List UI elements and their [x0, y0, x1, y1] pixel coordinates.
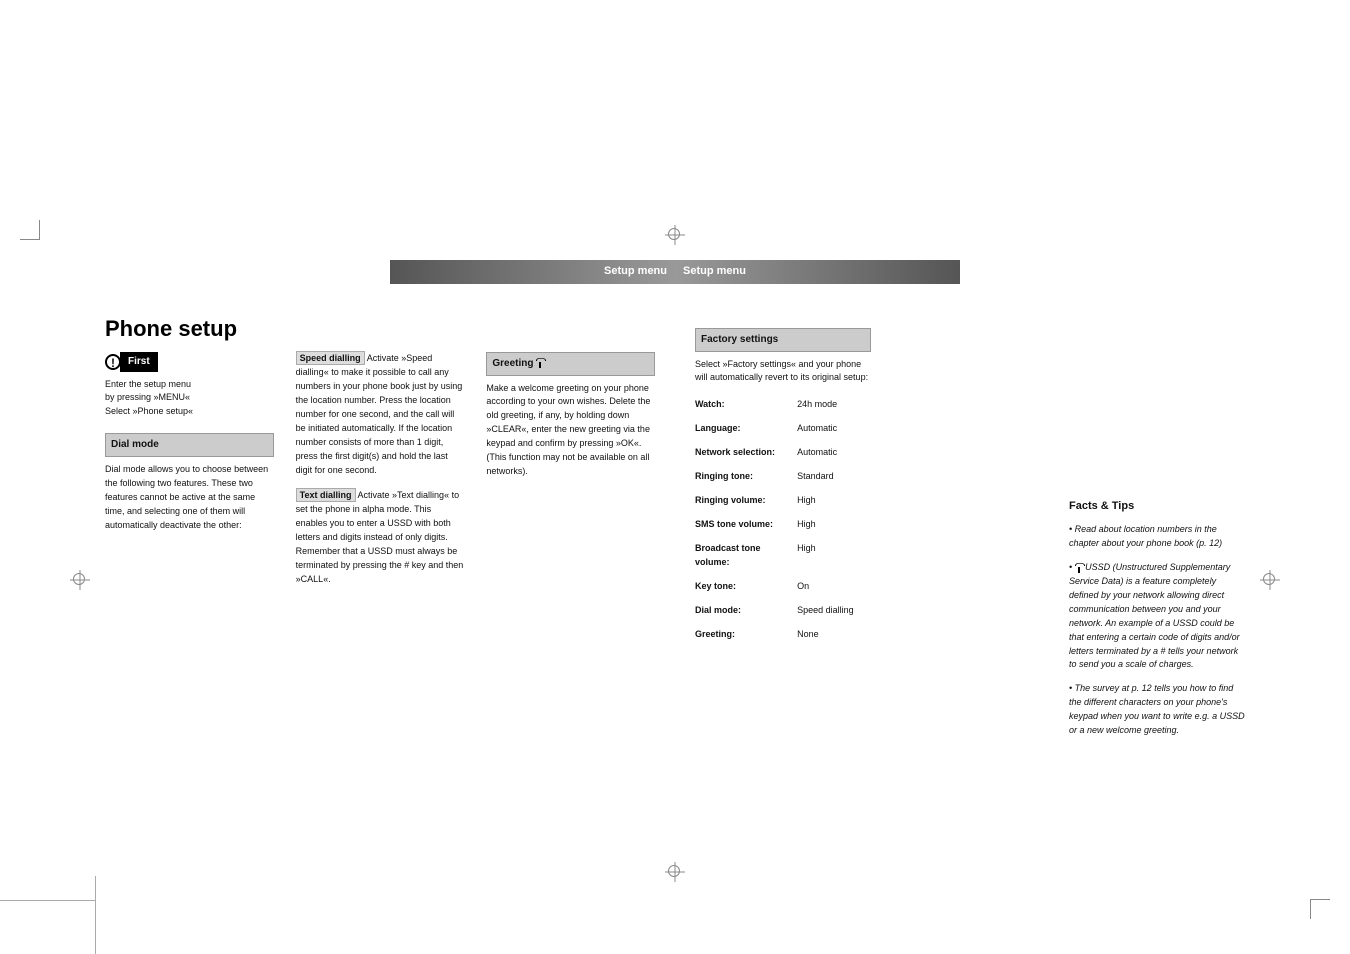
facts-p1: • Read about location numbers in the cha…	[1069, 523, 1245, 551]
text-dialling-body: Activate »Text dialling« to set the phon…	[296, 490, 464, 584]
speed-dialling-body: Activate »Speed dialling« to make it pos…	[296, 353, 463, 475]
header-title-left: Setup menu	[604, 265, 667, 277]
table-row: Ringing volume:High	[695, 489, 871, 513]
enter-line-3: Select »Phone setup«	[105, 405, 274, 419]
header-bar-left: Setup menu	[105, 260, 675, 284]
dial-mode-body: Dial mode allows you to choose between t…	[105, 463, 274, 533]
first-badge: ! First	[105, 352, 274, 372]
table-row: Ringing tone:Standard	[695, 465, 871, 489]
facts-head: Facts & Tips	[1069, 498, 1245, 515]
header-bar-right: Setup menu	[675, 260, 1245, 284]
text-dialling-head: Text dialling	[296, 488, 356, 502]
table-row: Greeting:None	[695, 623, 871, 647]
enter-line-1: Enter the setup menu	[105, 378, 274, 392]
factory-settings-table: Watch:24h mode Language:Automatic Networ…	[695, 393, 871, 646]
factory-intro: Select »Factory settings« and your phone…	[695, 358, 871, 386]
col-left-2: Speed dialling Activate »Speed dialling«…	[296, 352, 465, 587]
factory-head: Factory settings	[695, 328, 871, 352]
page-left: 38 Setup menu Phone setup ! First Enter …	[105, 260, 675, 840]
table-row: SMS tone volume:High	[695, 513, 871, 537]
col-left-3: Greeting Make a welcome greeting on your…	[486, 352, 655, 587]
registration-mark-top	[665, 225, 685, 245]
facts-col: Facts & Tips • Read about location numbe…	[1069, 328, 1245, 748]
enter-line-2: by pressing »MENU«	[105, 391, 274, 405]
registration-mark-right	[1260, 570, 1280, 590]
crop-mark-tl	[20, 220, 40, 240]
greeting-head: Greeting	[486, 352, 655, 376]
greeting-head-text: Greeting	[492, 358, 533, 369]
antenna-icon	[1075, 563, 1083, 573]
spacer-col	[906, 328, 1034, 748]
table-row: Key tone:On	[695, 575, 871, 599]
greeting-body: Make a welcome greeting on your phone ac…	[486, 382, 655, 480]
facts-p3: • The survey at p. 12 tells you how to f…	[1069, 682, 1245, 738]
first-label: First	[120, 352, 158, 372]
info-icon: !	[105, 354, 121, 370]
page-right: 39 Setup menu Factory settings Select »F…	[675, 260, 1245, 840]
page-title: Phone setup	[105, 316, 655, 342]
table-row: Broadcast tone volume:High	[695, 537, 871, 575]
dial-mode-head: Dial mode	[105, 433, 274, 457]
crop-mark-br	[1310, 899, 1330, 919]
facts-p2: • USSD (Unstructured Supplementary Servi…	[1069, 561, 1245, 673]
table-row: Network selection:Automatic	[695, 441, 871, 465]
antenna-icon	[536, 358, 544, 368]
table-row: Watch:24h mode	[695, 393, 871, 417]
registration-mark-left	[70, 570, 90, 590]
header-title-right: Setup menu	[683, 265, 746, 277]
table-row: Language:Automatic	[695, 417, 871, 441]
col-left-1: ! First Enter the setup menu by pressing…	[105, 352, 274, 587]
trim-line-v	[95, 876, 96, 954]
trim-line	[0, 900, 95, 901]
table-row: Dial mode:Speed dialling	[695, 599, 871, 623]
factory-col: Factory settings Select »Factory setting…	[695, 328, 871, 748]
registration-mark-bottom	[665, 862, 685, 882]
speed-dialling-head: Speed dialling	[296, 351, 365, 365]
